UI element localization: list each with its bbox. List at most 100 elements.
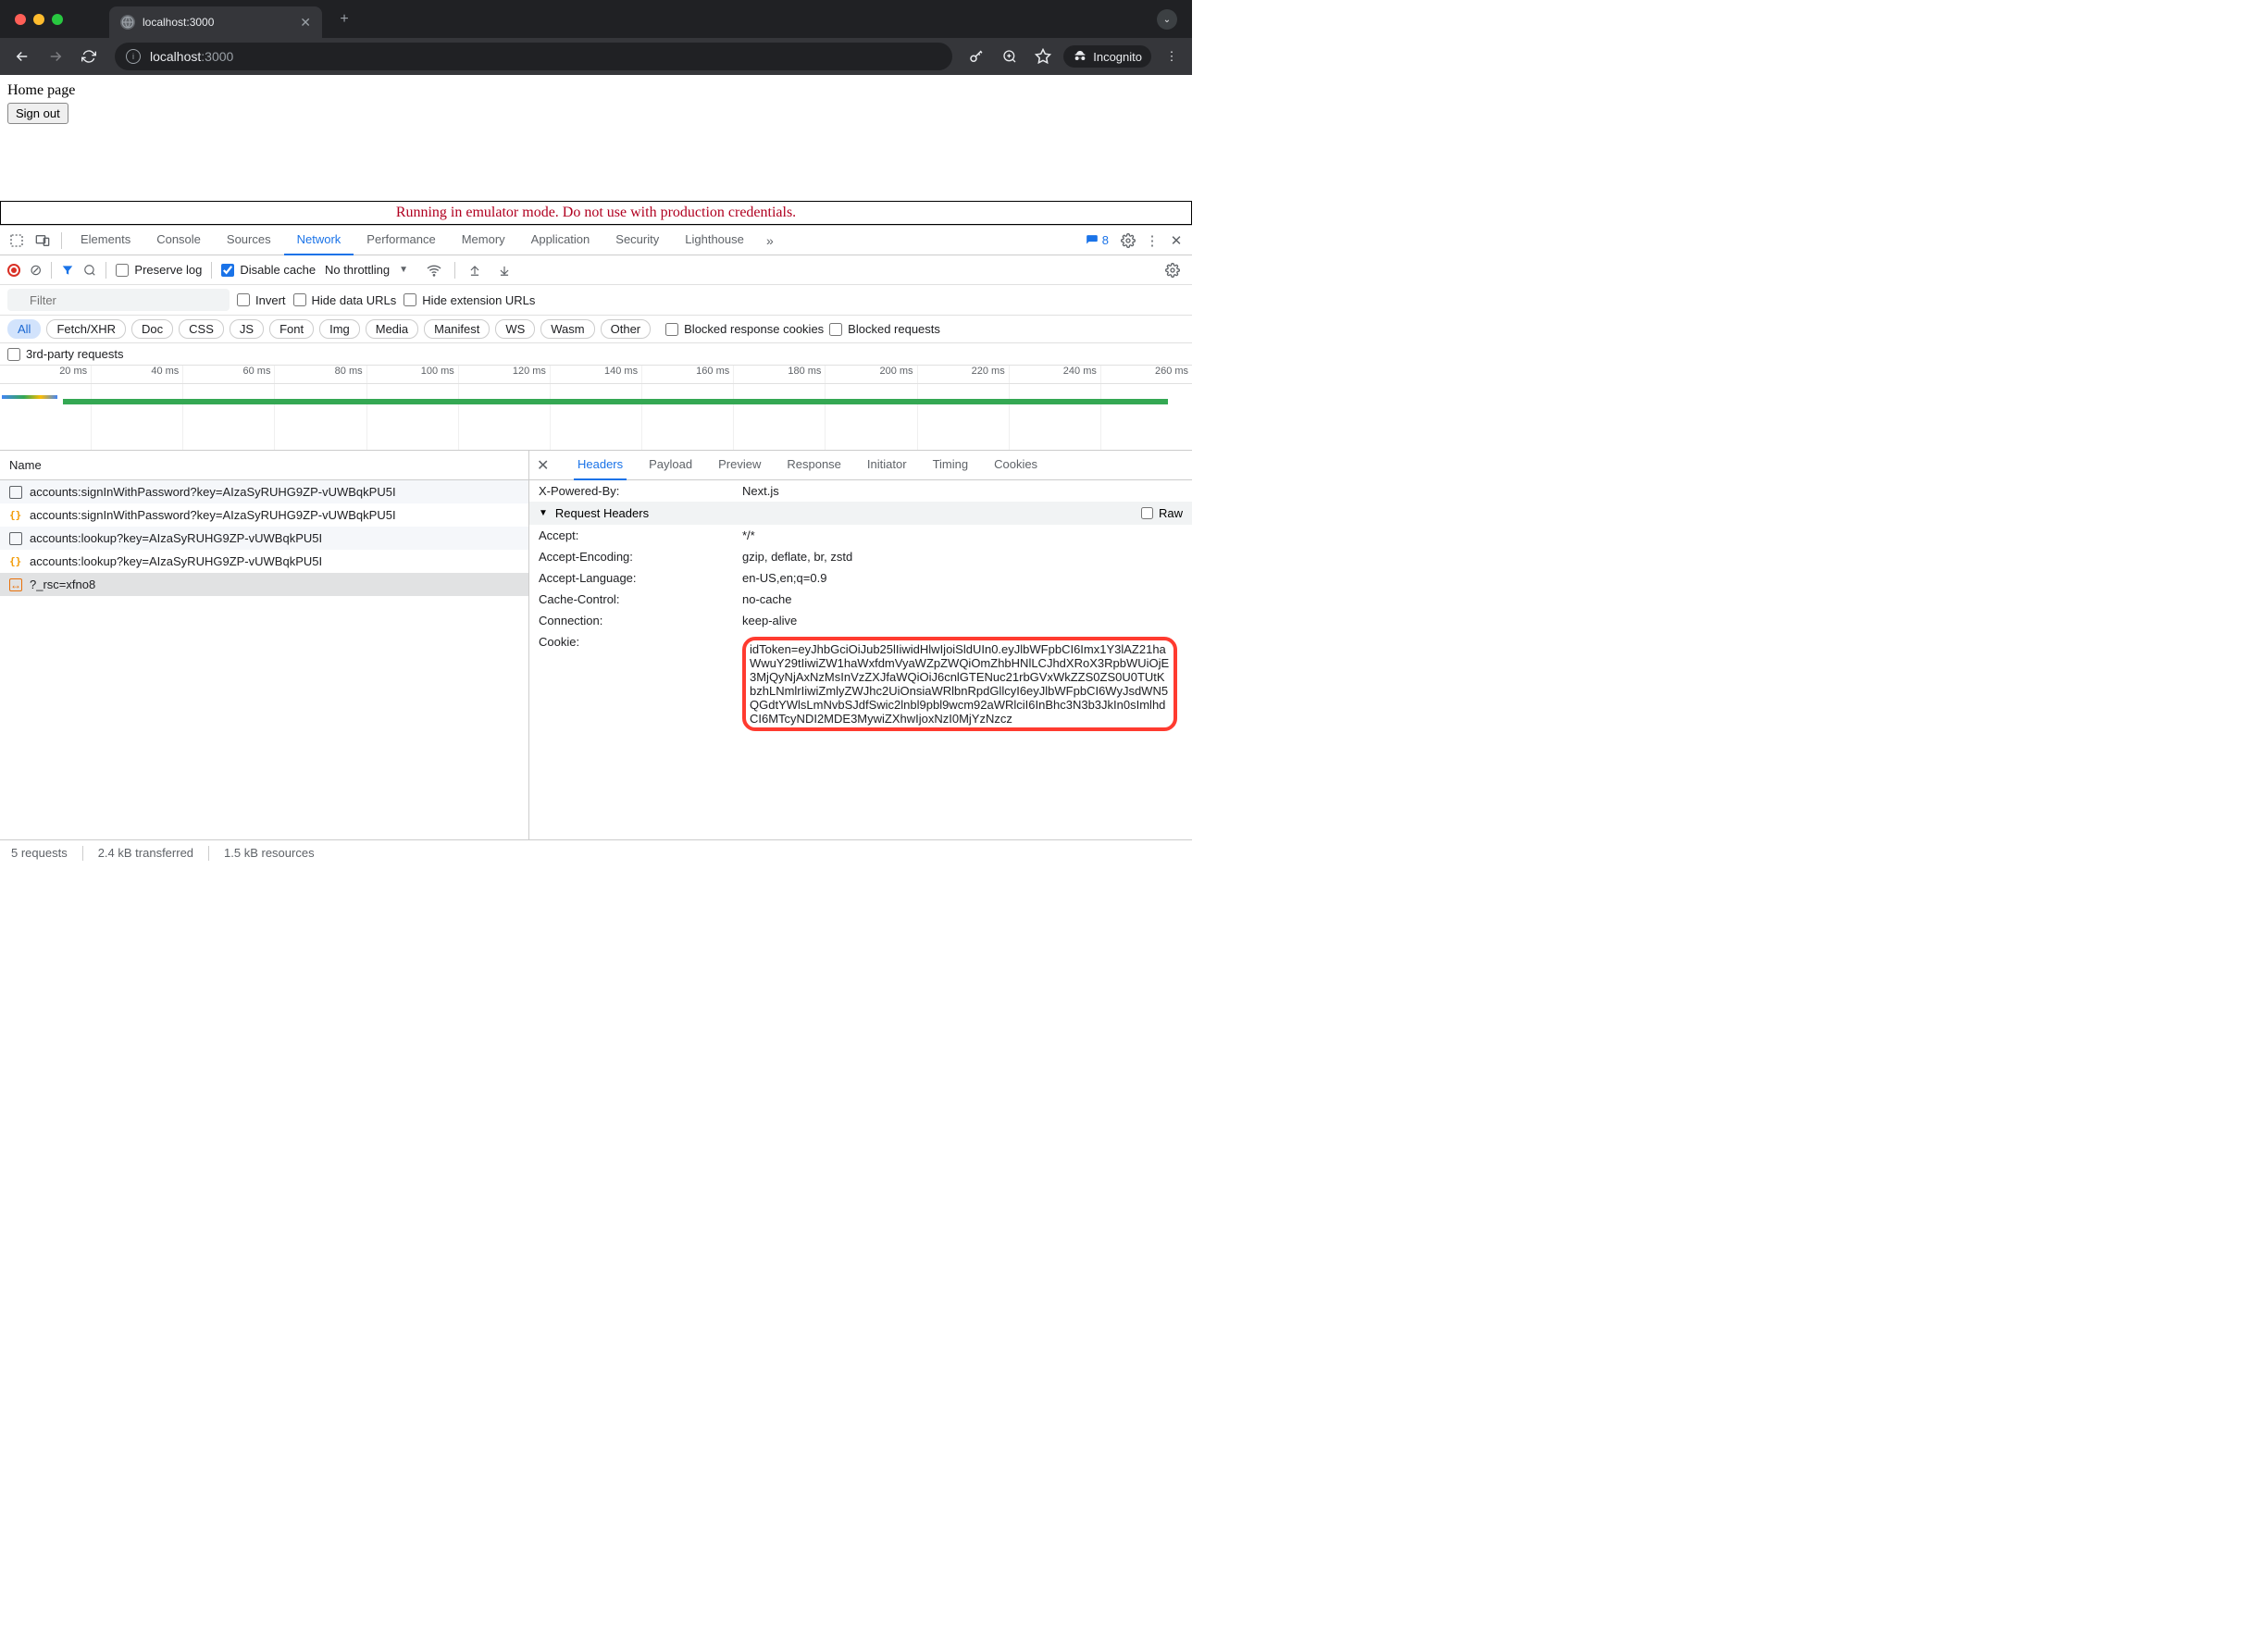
tab-close-button[interactable]: ✕ [300, 15, 311, 31]
document-icon [9, 532, 22, 545]
tab-lighthouse[interactable]: Lighthouse [672, 226, 757, 255]
site-info-icon[interactable]: i [126, 49, 141, 64]
devtools: Elements Console Sources Network Perform… [0, 225, 1192, 865]
detail-tab-headers[interactable]: Headers [574, 451, 627, 480]
tab-performance[interactable]: Performance [354, 226, 448, 255]
type-manifest[interactable]: Manifest [424, 319, 490, 339]
tab-network[interactable]: Network [284, 226, 354, 255]
forward-button[interactable] [41, 42, 70, 71]
third-party-checkbox[interactable]: 3rd-party requests [7, 347, 124, 361]
address-bar[interactable]: i localhost:3000 [115, 43, 952, 70]
type-css[interactable]: CSS [179, 319, 224, 339]
resource-type-row: All Fetch/XHR Doc CSS JS Font Img Media … [0, 316, 1192, 343]
timeline-waterfall [0, 384, 1192, 451]
tabs-dropdown-button[interactable]: ⌄ [1157, 9, 1177, 30]
incognito-badge[interactable]: Incognito [1063, 45, 1151, 68]
tab-sources[interactable]: Sources [214, 226, 284, 255]
type-fetch[interactable]: Fetch/XHR [46, 319, 126, 339]
inspect-element-icon[interactable] [4, 228, 30, 254]
search-icon[interactable] [83, 264, 96, 277]
devtools-menu-button[interactable]: ⋮ [1140, 229, 1164, 253]
network-conditions-icon[interactable] [423, 263, 445, 278]
tab-memory[interactable]: Memory [449, 226, 518, 255]
divider [208, 846, 209, 861]
request-detail-pane: ✕ Headers Payload Preview Response Initi… [529, 451, 1192, 839]
new-tab-button[interactable]: + [331, 6, 357, 32]
window-fullscreen-button[interactable] [52, 14, 63, 25]
device-toggle-icon[interactable] [30, 228, 56, 254]
timeline-ruler: 20 ms40 ms60 ms 80 ms100 ms120 ms 140 ms… [0, 366, 1192, 384]
filter-input[interactable] [7, 289, 230, 311]
devtools-settings-button[interactable] [1116, 229, 1140, 253]
browser-tab[interactable]: localhost:3000 ✕ [109, 6, 322, 38]
clear-button[interactable]: ⊘ [30, 261, 42, 279]
record-button[interactable] [7, 264, 20, 277]
preserve-log-checkbox[interactable]: Preserve log [116, 263, 202, 277]
emulator-warning-banner: Running in emulator mode. Do not use wit… [0, 201, 1192, 225]
request-row[interactable]: {} accounts:signInWithPassword?key=AIzaS… [0, 503, 528, 527]
upload-har-icon[interactable] [465, 264, 485, 277]
disable-cache-checkbox[interactable]: Disable cache [221, 263, 316, 277]
back-button[interactable] [7, 42, 37, 71]
detail-tab-response[interactable]: Response [783, 451, 845, 480]
blocked-requests-checkbox[interactable]: Blocked requests [829, 322, 940, 336]
tab-application[interactable]: Application [518, 226, 603, 255]
tab-title: localhost:3000 [143, 16, 292, 29]
type-media[interactable]: Media [366, 319, 418, 339]
password-key-icon[interactable] [963, 43, 989, 69]
download-har-icon[interactable] [494, 264, 515, 277]
header-value: Next.js [742, 484, 779, 498]
request-row[interactable]: accounts:lookup?key=AIzaSyRUHG9ZP-vUWBqk… [0, 527, 528, 550]
raw-checkbox[interactable]: Raw [1141, 506, 1183, 520]
window-minimize-button[interactable] [33, 14, 44, 25]
request-row[interactable]: accounts:signInWithPassword?key=AIzaSyRU… [0, 480, 528, 503]
throttling-select[interactable]: No throttling ▼ [325, 263, 414, 277]
tab-security[interactable]: Security [602, 226, 672, 255]
detail-tab-initiator[interactable]: Initiator [863, 451, 911, 480]
window-controls [15, 14, 63, 25]
type-doc[interactable]: Doc [131, 319, 173, 339]
tab-elements[interactable]: Elements [68, 226, 143, 255]
tab-console[interactable]: Console [143, 226, 214, 255]
chat-icon [1086, 234, 1099, 247]
filter-row: Invert Hide data URLs Hide extension URL… [0, 285, 1192, 316]
hide-data-urls-checkbox[interactable]: Hide data URLs [293, 293, 397, 307]
name-column-header[interactable]: Name [0, 451, 528, 480]
type-img[interactable]: Img [319, 319, 360, 339]
blocked-response-checkbox[interactable]: Blocked response cookies [665, 322, 824, 336]
signout-button[interactable]: Sign out [7, 103, 68, 124]
type-all[interactable]: All [7, 319, 41, 339]
detail-tab-payload[interactable]: Payload [645, 451, 696, 480]
type-wasm[interactable]: Wasm [540, 319, 594, 339]
devtools-statusbar: 5 requests 2.4 kB transferred 1.5 kB res… [0, 839, 1192, 865]
divider [211, 262, 212, 279]
type-ws[interactable]: WS [495, 319, 535, 339]
devtools-close-button[interactable]: ✕ [1164, 229, 1188, 253]
filter-toggle-icon[interactable] [61, 264, 74, 277]
hide-ext-urls-checkbox[interactable]: Hide extension URLs [404, 293, 535, 307]
request-row[interactable]: ↔ ?_rsc=xfno8 [0, 573, 528, 596]
header-key: X-Powered-By: [539, 484, 742, 498]
network-settings-button[interactable] [1161, 258, 1185, 282]
type-js[interactable]: JS [230, 319, 264, 339]
request-row[interactable]: {} accounts:lookup?key=AIzaSyRUHG9ZP-vUW… [0, 550, 528, 573]
type-other[interactable]: Other [601, 319, 652, 339]
bookmark-star-icon[interactable] [1030, 43, 1056, 69]
detail-tab-cookies[interactable]: Cookies [990, 451, 1041, 480]
more-tabs-button[interactable]: » [757, 228, 783, 254]
detail-tab-timing[interactable]: Timing [929, 451, 973, 480]
invert-checkbox[interactable]: Invert [237, 293, 286, 307]
reload-button[interactable] [74, 42, 104, 71]
request-headers-section[interactable]: ▼ Request Headers Raw [529, 502, 1192, 525]
browser-menu-button[interactable]: ⋮ [1159, 43, 1185, 69]
divider [51, 262, 52, 279]
detail-close-button[interactable]: ✕ [537, 456, 555, 475]
status-transferred: 2.4 kB transferred [98, 846, 193, 860]
window-close-button[interactable] [15, 14, 26, 25]
type-font[interactable]: Font [269, 319, 314, 339]
console-message-count[interactable]: 8 [1086, 233, 1109, 247]
network-timeline[interactable]: 20 ms40 ms60 ms 80 ms100 ms120 ms 140 ms… [0, 366, 1192, 451]
zoom-icon[interactable] [997, 43, 1023, 69]
status-resources: 1.5 kB resources [224, 846, 315, 860]
detail-tab-preview[interactable]: Preview [714, 451, 764, 480]
